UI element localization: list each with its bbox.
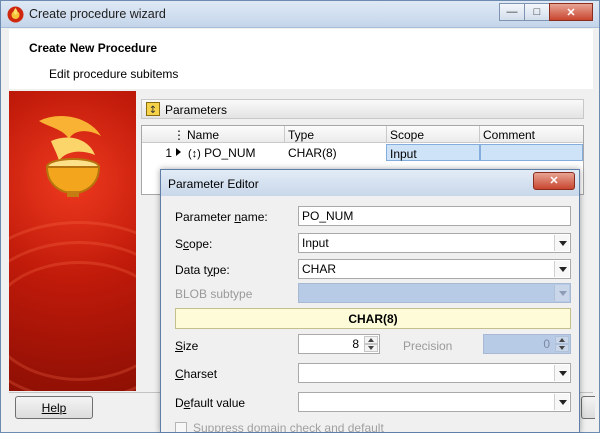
charset-select[interactable]: [298, 363, 571, 383]
cell-comment[interactable]: [480, 144, 583, 161]
maximize-icon: □: [533, 6, 541, 18]
help-button[interactable]: Help: [15, 396, 93, 419]
size-stepper[interactable]: 8: [298, 334, 380, 354]
dialog-title-bar[interactable]: Parameter Editor ✕: [161, 170, 579, 196]
precision-label: Precision: [403, 339, 453, 353]
row-number: 1: [165, 146, 172, 160]
default-value-label: Default value: [175, 396, 246, 410]
param-name-label: Parameter name:: [175, 210, 268, 224]
default-value-select[interactable]: [298, 392, 571, 412]
column-name[interactable]: Name: [187, 128, 219, 142]
suppress-domain-checkbox: [175, 422, 187, 432]
maximize-button[interactable]: □: [524, 3, 550, 21]
close-icon: ✕: [566, 6, 576, 19]
precision-stepper: 0: [483, 334, 571, 354]
parameter-editor-dialog: Parameter Editor ✕ Parameter name: PO_NU…: [160, 169, 580, 433]
grid-header: ⋮ Name Type Scope Comment: [142, 126, 583, 143]
page-title: Create New Procedure: [29, 41, 158, 55]
spin-down-icon: [555, 344, 569, 352]
datatype-value: CHAR: [302, 262, 337, 276]
precision-spin-buttons: [555, 336, 569, 352]
charset-label: Charset: [175, 367, 218, 381]
cell-name-text: PO_NUM: [204, 146, 256, 160]
wizard-header: Create New Procedure Edit procedure subi…: [9, 29, 593, 89]
cell-type[interactable]: CHAR(8): [288, 144, 386, 161]
close-button[interactable]: ✕: [549, 3, 593, 21]
next-button[interactable]: [581, 396, 595, 419]
parameters-label: Parameters: [165, 103, 228, 117]
scope-select[interactable]: Input: [298, 233, 571, 253]
datatype-select[interactable]: CHAR: [298, 259, 571, 279]
table-row[interactable]: 1 (↕) PO_NUM CHAR(8) Input: [142, 144, 583, 161]
chevron-down-icon[interactable]: [554, 394, 569, 410]
help-button-label: Help: [41, 401, 67, 415]
row-indicator-icon: [176, 148, 181, 156]
column-menu-icon[interactable]: ⋮: [173, 128, 185, 142]
dialog-close-button[interactable]: ✕: [533, 172, 575, 190]
param-name-input[interactable]: PO_NUM: [298, 206, 571, 226]
size-spin-buttons[interactable]: [364, 336, 378, 352]
parameters-section-header: ↕ Parameters: [141, 99, 584, 119]
chevron-down-icon[interactable]: [554, 235, 569, 251]
size-label: Size: [175, 339, 199, 353]
title-bar[interactable]: Create procedure wizard — □ ✕: [1, 1, 599, 28]
column-scope[interactable]: Scope: [390, 128, 424, 142]
precision-value: 0: [543, 337, 550, 351]
minimize-icon: —: [506, 6, 518, 18]
chevron-down-icon[interactable]: [554, 365, 569, 381]
size-value: 8: [352, 337, 359, 351]
blob-subtype-label: BLOB subtype: [175, 287, 253, 301]
window-title: Create procedure wizard: [29, 7, 166, 21]
chevron-down-icon: [554, 285, 569, 301]
datatype-label: Data type:: [175, 263, 230, 277]
page-subtitle: Edit procedure subitems: [49, 67, 179, 81]
chevron-down-icon[interactable]: [554, 261, 569, 277]
minimize-button[interactable]: —: [499, 3, 525, 21]
type-summary-banner: CHAR(8): [175, 308, 571, 329]
column-type[interactable]: Type: [288, 128, 314, 142]
spin-up-icon: [555, 336, 569, 344]
scope-value: Input: [302, 236, 329, 250]
spin-up-icon[interactable]: [364, 336, 378, 344]
parameter-icon: ↕: [146, 102, 160, 116]
window-controls: — □ ✕: [499, 3, 593, 21]
suppress-domain-check-row: Suppress domain check and default: [175, 421, 475, 433]
dialog-title: Parameter Editor: [168, 177, 259, 191]
close-icon: ✕: [549, 175, 559, 187]
wizard-side-banner: [9, 91, 136, 391]
spin-down-icon[interactable]: [364, 344, 378, 352]
app-flame-icon: [7, 6, 24, 23]
phoenix-logo-icon: [39, 116, 101, 197]
cell-scope[interactable]: Input: [386, 144, 480, 161]
column-comment[interactable]: Comment: [483, 128, 535, 142]
suppress-domain-label: Suppress domain check and default: [193, 421, 384, 433]
scope-label: Scope:: [175, 237, 213, 251]
blob-subtype-select: [298, 283, 571, 303]
param-scope-icon: (↕): [188, 148, 201, 160]
cell-name[interactable]: (↕) PO_NUM: [188, 144, 284, 161]
svg-text:↕: ↕: [149, 105, 157, 116]
